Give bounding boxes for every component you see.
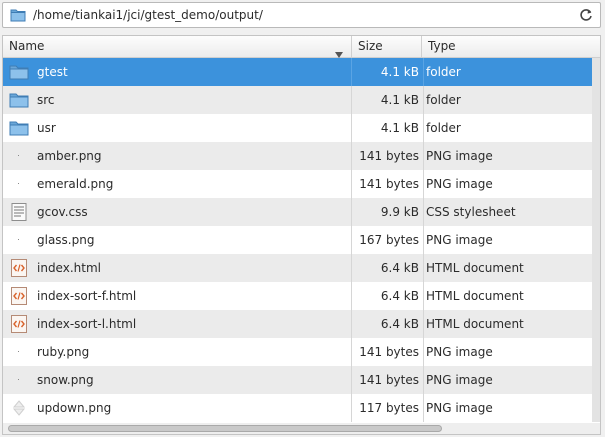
vertical-scrollbar[interactable] bbox=[592, 58, 600, 422]
file-type: folder bbox=[423, 58, 461, 86]
file-size: 6.4 kB bbox=[351, 254, 421, 282]
html-file-icon bbox=[9, 287, 29, 305]
horizontal-scrollbar-thumb[interactable] bbox=[8, 425, 442, 432]
column-header-type[interactable]: Type bbox=[421, 36, 600, 57]
file-type: PNG image bbox=[423, 338, 493, 366]
file-name: gtest bbox=[37, 65, 68, 79]
reload-icon[interactable] bbox=[578, 7, 594, 26]
file-name: index-sort-l.html bbox=[37, 317, 137, 331]
column-header-name[interactable]: Name bbox=[3, 36, 351, 58]
column-header: Name Size Type bbox=[3, 36, 600, 58]
file-row[interactable]: index.html 6.4 kB HTML document bbox=[3, 254, 592, 282]
file-name: updown.png bbox=[37, 401, 112, 415]
file-size: 141 bytes bbox=[351, 338, 421, 366]
file-row[interactable]: index-sort-l.html 6.4 kB HTML document bbox=[3, 310, 592, 338]
text-file-icon bbox=[9, 203, 29, 221]
file-row[interactable]: usr 4.1 kB folder bbox=[3, 114, 592, 142]
file-row[interactable]: glass.png 167 bytes PNG image bbox=[3, 226, 592, 254]
file-type: PNG image bbox=[423, 226, 493, 254]
file-size: 117 bytes bbox=[351, 394, 421, 422]
folder-icon bbox=[9, 91, 29, 109]
updown-thumbnail-icon bbox=[9, 399, 29, 417]
column-name-label: Name bbox=[9, 39, 45, 53]
file-name: snow.png bbox=[37, 373, 94, 387]
column-type-label: Type bbox=[428, 39, 456, 53]
file-type: PNG image bbox=[423, 366, 493, 394]
file-type: CSS stylesheet bbox=[423, 198, 516, 226]
image-thumbnail-icon bbox=[9, 343, 29, 361]
file-row[interactable]: gcov.css 9.9 kB CSS stylesheet bbox=[3, 198, 592, 226]
file-size: 6.4 kB bbox=[351, 282, 421, 310]
folder-icon bbox=[10, 8, 26, 25]
image-thumbnail-icon bbox=[9, 147, 29, 165]
file-type: HTML document bbox=[423, 310, 524, 338]
file-name: emerald.png bbox=[37, 177, 114, 191]
file-name: amber.png bbox=[37, 149, 102, 163]
file-list-view[interactable]: Name Size Type gtest 4.1 kB folder src 4.1 k… bbox=[2, 35, 601, 435]
file-type: HTML document bbox=[423, 254, 524, 282]
file-size: 4.1 kB bbox=[351, 86, 421, 114]
file-row[interactable]: updown.png 117 bytes PNG image bbox=[3, 394, 592, 422]
folder-icon bbox=[9, 119, 29, 137]
file-name: ruby.png bbox=[37, 345, 90, 359]
file-name: glass.png bbox=[37, 233, 95, 247]
file-name: index.html bbox=[37, 261, 101, 275]
horizontal-scrollbar[interactable] bbox=[3, 423, 600, 434]
file-type: PNG image bbox=[423, 170, 493, 198]
file-size: 141 bytes bbox=[351, 142, 421, 170]
file-row[interactable]: index-sort-f.html 6.4 kB HTML document bbox=[3, 282, 592, 310]
file-name: index-sort-f.html bbox=[37, 289, 137, 303]
file-row[interactable]: gtest 4.1 kB folder bbox=[3, 58, 592, 86]
file-row[interactable]: src 4.1 kB folder bbox=[3, 86, 592, 114]
file-name: usr bbox=[37, 121, 56, 135]
file-size: 167 bytes bbox=[351, 226, 421, 254]
file-size: 6.4 kB bbox=[351, 310, 421, 338]
html-file-icon bbox=[9, 259, 29, 277]
file-row[interactable]: amber.png 141 bytes PNG image bbox=[3, 142, 592, 170]
file-type: PNG image bbox=[423, 394, 493, 422]
file-size: 4.1 kB bbox=[351, 58, 421, 86]
file-size: 141 bytes bbox=[351, 366, 421, 394]
file-type: PNG image bbox=[423, 142, 493, 170]
image-thumbnail-icon bbox=[9, 175, 29, 193]
file-size: 9.9 kB bbox=[351, 198, 421, 226]
file-type: HTML document bbox=[423, 282, 524, 310]
column-header-size[interactable]: Size bbox=[351, 36, 421, 57]
location-path[interactable]: /home/tiankai1/jci/gtest_demo/output/ bbox=[33, 8, 263, 22]
location-bar[interactable]: /home/tiankai1/jci/gtest_demo/output/ bbox=[2, 2, 601, 28]
file-row[interactable]: snow.png 141 bytes PNG image bbox=[3, 366, 592, 394]
file-row[interactable]: emerald.png 141 bytes PNG image bbox=[3, 170, 592, 198]
file-type: folder bbox=[423, 86, 461, 114]
file-size: 4.1 kB bbox=[351, 114, 421, 142]
file-type: folder bbox=[423, 114, 461, 142]
file-size: 141 bytes bbox=[351, 170, 421, 198]
image-thumbnail-icon bbox=[9, 231, 29, 249]
image-thumbnail-icon bbox=[9, 371, 29, 389]
file-name: src bbox=[37, 93, 55, 107]
html-file-icon bbox=[9, 315, 29, 333]
file-row[interactable]: ruby.png 141 bytes PNG image bbox=[3, 338, 592, 366]
folder-icon bbox=[9, 63, 29, 81]
file-name: gcov.css bbox=[37, 205, 88, 219]
column-size-label: Size bbox=[358, 39, 383, 53]
